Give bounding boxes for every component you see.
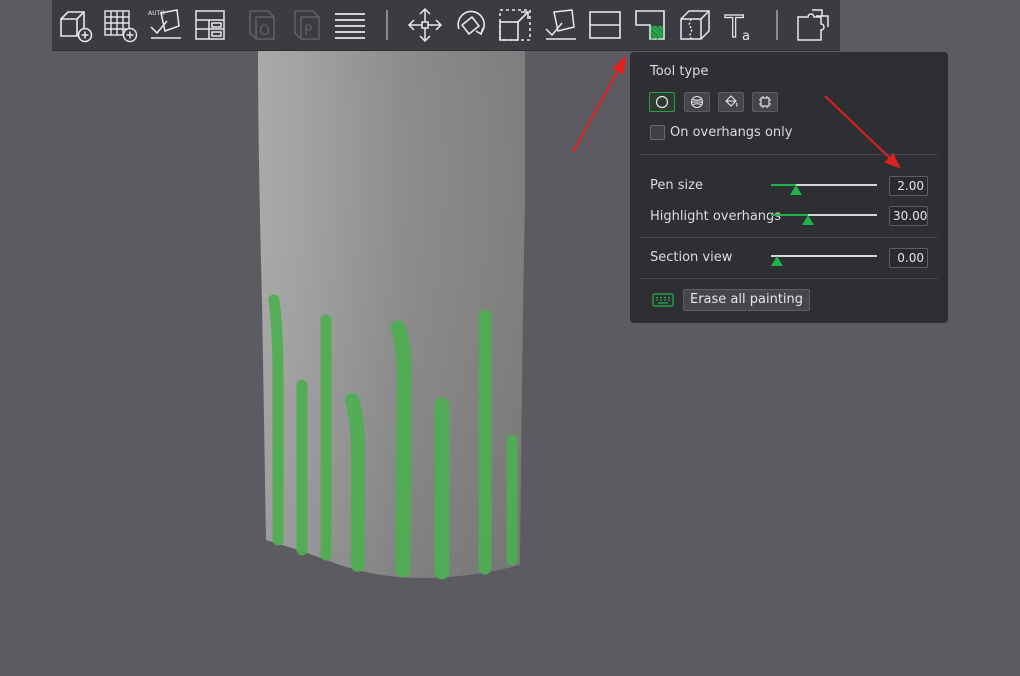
p-label: P <box>304 23 312 39</box>
split-objects-button[interactable]: O <box>243 6 281 44</box>
sphere-brush-icon <box>690 95 704 109</box>
paint-stroke <box>390 320 412 578</box>
o-label: O <box>259 23 270 39</box>
auto-label: AUTO <box>148 10 165 17</box>
slider-thumb[interactable] <box>790 185 802 195</box>
move-arrows-icon <box>407 7 443 43</box>
pen-size-label: Pen size <box>650 178 703 193</box>
keyboard-icon[interactable] <box>652 292 674 308</box>
a-label: a <box>742 29 750 43</box>
seam-paint-icon <box>680 10 710 40</box>
assembly-button[interactable] <box>794 6 832 44</box>
slider-thumb[interactable] <box>802 215 814 225</box>
highlight-overhangs-input[interactable]: 30.00 <box>889 206 928 226</box>
arrange-button[interactable] <box>191 6 229 44</box>
layers-button[interactable] <box>331 6 369 44</box>
tool-gap-fill-button[interactable] <box>752 92 778 112</box>
circle-brush-icon <box>655 95 669 109</box>
toolbar-separator <box>386 10 388 40</box>
split-objects-icon: O <box>249 10 275 40</box>
paint-stroke <box>345 393 365 572</box>
grid-plus-icon <box>104 10 138 43</box>
tool-circle-button[interactable] <box>649 92 675 112</box>
pen-size-slider[interactable] <box>771 179 877 195</box>
toolbar-separator <box>776 10 778 40</box>
split-parts-button[interactable]: P <box>288 6 326 44</box>
cut-button[interactable] <box>586 6 624 44</box>
tool-sphere-button[interactable] <box>684 92 710 112</box>
support-painting-button[interactable] <box>631 6 669 44</box>
pen-size-input[interactable]: 2.00 <box>889 176 928 196</box>
support-painting-panel: Tool type On overhangs only Pen size 2.0… <box>630 52 948 323</box>
cut-icon <box>589 11 621 39</box>
add-plate-button[interactable] <box>101 6 139 44</box>
top-toolbar: AUTO O P T a <box>52 0 840 51</box>
section-view-input[interactable]: 0.00 <box>889 248 928 268</box>
scale-button[interactable] <box>496 6 534 44</box>
split-parts-icon: P <box>294 10 320 40</box>
add-object-button[interactable] <box>56 6 94 44</box>
support-paint-icon <box>635 10 665 40</box>
highlight-overhangs-slider[interactable] <box>771 209 877 225</box>
fill-bucket-icon <box>725 95 738 107</box>
erase-all-painting-button[interactable]: Erase all painting <box>683 289 811 311</box>
panel-divider <box>640 237 938 238</box>
tool-fill-button[interactable] <box>718 92 744 112</box>
overhangs-only-label: On overhangs only <box>670 125 793 140</box>
paint-stroke <box>268 294 284 546</box>
text-button[interactable]: T a <box>721 6 759 44</box>
section-view-label: Section view <box>650 250 733 265</box>
rotate-button[interactable] <box>451 6 489 44</box>
cube-plus-icon <box>60 11 93 43</box>
slider-thumb[interactable] <box>771 256 783 266</box>
lay-on-face-icon <box>545 9 576 40</box>
move-button[interactable] <box>406 6 444 44</box>
puzzle-icon <box>797 9 829 41</box>
scale-icon <box>499 9 531 41</box>
highlight-overhangs-label: Highlight overhangs <box>650 209 782 224</box>
seam-painting-button[interactable] <box>676 6 714 44</box>
overhangs-only-checkbox[interactable] <box>650 125 665 140</box>
panel-divider <box>640 154 938 155</box>
3d-viewport[interactable]: AUTO O P T a Tool type On overhangs only… <box>0 0 1020 676</box>
auto-orient-icon: AUTO <box>148 9 181 39</box>
lay-on-face-button[interactable] <box>541 6 579 44</box>
t-label: T <box>724 10 744 43</box>
arrange-layout-icon <box>195 10 225 40</box>
auto-orient-button[interactable]: AUTO <box>146 6 184 44</box>
tool-type-label: Tool type <box>650 64 709 79</box>
slider-track <box>771 255 877 257</box>
section-view-slider[interactable] <box>771 250 877 266</box>
layers-icon <box>335 13 365 39</box>
text-icon: T a <box>723 9 750 43</box>
panel-divider <box>640 278 938 279</box>
gap-fill-icon <box>759 96 771 108</box>
rotate-icon <box>457 10 485 36</box>
